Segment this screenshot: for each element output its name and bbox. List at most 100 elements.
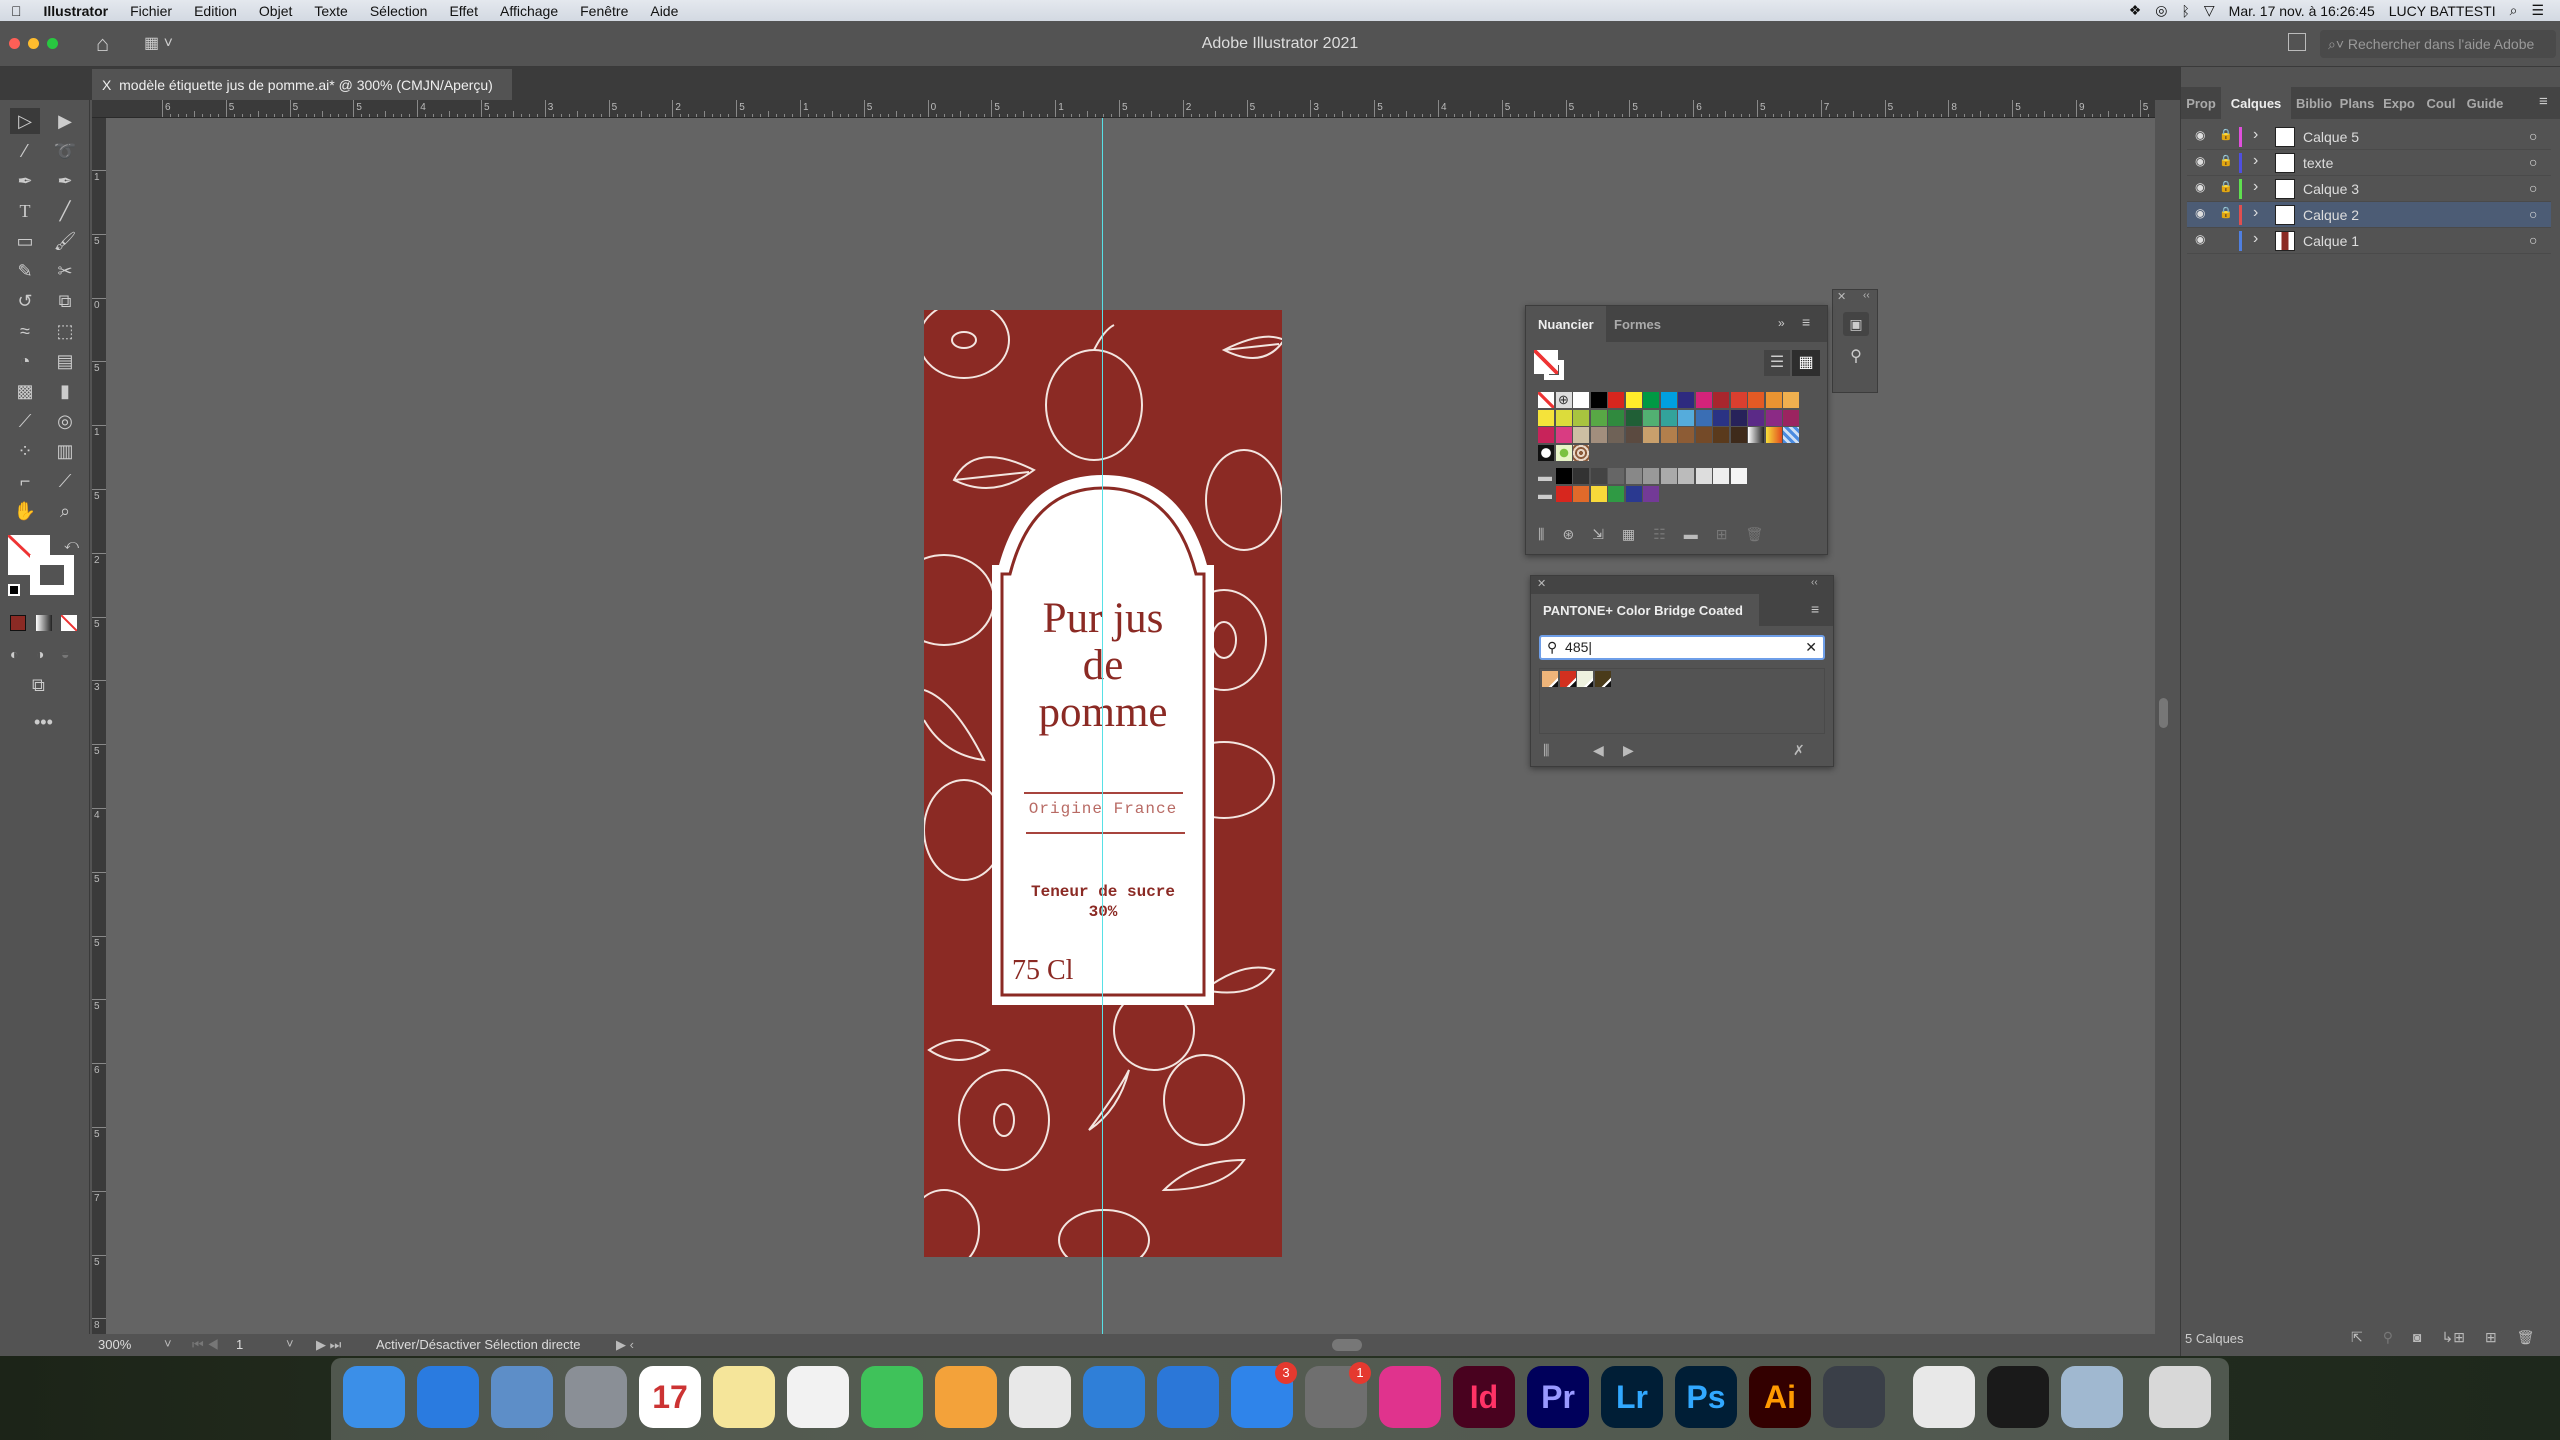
swatch[interactable] (1695, 427, 1712, 443)
swatch[interactable] (1783, 409, 1799, 426)
swatch[interactable] (1678, 427, 1694, 443)
swatch[interactable] (1573, 468, 1589, 484)
swatch[interactable] (1573, 427, 1589, 443)
label-sugar[interactable]: Teneur de sucre 30% (924, 882, 1282, 922)
dock-app-facetime[interactable] (861, 1366, 923, 1428)
dock-app-photos[interactable] (787, 1366, 849, 1428)
menu-fenetre[interactable]: Fenêtre (569, 3, 639, 19)
next-artboard-icon[interactable]: ▶ ⏭ (316, 1337, 341, 1353)
layer-row[interactable]: ◉ › Calque 1 ○ (2187, 228, 2551, 254)
pantone-swatch[interactable] (1542, 671, 1558, 687)
shaper-tool-icon[interactable]: ✎ (10, 258, 40, 284)
swatch[interactable] (1625, 485, 1642, 502)
image-trace-icon[interactable]: ▣ (1843, 312, 1869, 336)
menu-selection[interactable]: Sélection (359, 3, 439, 19)
layer-name[interactable]: texte (2303, 155, 2333, 171)
dock-app-launchpad[interactable] (565, 1366, 627, 1428)
swatch[interactable] (1573, 444, 1589, 461)
eyedropper-tool-icon[interactable]: ⟋ (10, 408, 40, 434)
draw-normal-icon[interactable]: ◐ (10, 646, 18, 662)
previous-library-icon[interactable]: ◀ (1593, 742, 1604, 759)
swatch[interactable] (1643, 409, 1659, 426)
artboard-dropdown-icon[interactable]: ˅ (286, 1336, 294, 1351)
swatch[interactable] (1678, 392, 1694, 408)
paintbrush-tool-icon[interactable]: 🖌 (50, 228, 80, 254)
visibility-eye-icon[interactable]: ◉ (2195, 180, 2205, 194)
artboard[interactable]: Pur jus de pomme Origine France Teneur d… (924, 310, 1282, 1257)
tab-export[interactable]: Expo (2379, 87, 2419, 119)
lock-icon[interactable]: 🔒 (2219, 206, 2233, 219)
pantone-panel-title[interactable]: PANTONE+ Color Bridge Coated (1531, 594, 1759, 626)
type-tool-icon[interactable]: T (10, 198, 40, 224)
layer-name[interactable]: Calque 2 (2303, 207, 2359, 223)
swatch[interactable] (1730, 409, 1747, 426)
dock-app-teamviewer[interactable] (1157, 1366, 1219, 1428)
swatch[interactable] (1660, 409, 1677, 426)
swatch[interactable] (1748, 409, 1764, 426)
spotlight-icon[interactable]: ⌕ (2510, 2, 2518, 19)
swatch[interactable] (1713, 392, 1729, 408)
dock-app-acrobat[interactable] (1987, 1366, 2049, 1428)
swatch[interactable] (1608, 485, 1624, 502)
new-layer-icon[interactable]: ⊞ (2485, 1329, 2497, 1346)
rectangle-tool-icon[interactable]: ▭ (10, 228, 40, 254)
dock-app-fichier[interactable] (1009, 1366, 1071, 1428)
layer-name[interactable]: Calque 3 (2303, 181, 2359, 197)
expand-chevron-icon[interactable]: › (2253, 204, 2258, 222)
layer-name[interactable]: Calque 1 (2303, 233, 2359, 249)
dock-app-photoshop[interactable]: Ps (1675, 1366, 1737, 1428)
puppet-warp-tool-icon[interactable]: ≈ (10, 318, 40, 344)
swatch[interactable] (1555, 468, 1572, 484)
export-icon[interactable]: ⇱ (2351, 1329, 2363, 1346)
dock-app-pr-f-rences-syst-me[interactable]: 1 (1305, 1362, 1371, 1428)
dock-app-indesign[interactable]: Id (1453, 1366, 1515, 1428)
menu-objet[interactable]: Objet (248, 3, 303, 19)
mesh-tool-icon[interactable]: ▩ (10, 378, 40, 404)
layer-name[interactable]: Calque 5 (2303, 129, 2359, 145)
lock-icon[interactable]: 🔒 (2219, 154, 2233, 167)
target-circle-icon[interactable]: ○ (2529, 128, 2537, 144)
panel-toggle-icon[interactable] (2288, 33, 2306, 51)
swatch[interactable] (1730, 392, 1747, 408)
swatch[interactable] (1555, 485, 1572, 502)
tab-proprietes[interactable]: Prop (2183, 87, 2219, 119)
tab-nuancier[interactable]: Nuancier (1526, 306, 1606, 342)
swatch[interactable] (1695, 468, 1712, 484)
user-name[interactable]: LUCY BATTESTI (2389, 3, 2496, 19)
show-swatch-kind-icon[interactable]: ⊛ (1562, 526, 1574, 543)
line-tool-icon[interactable]: ╱ (50, 198, 80, 224)
swatch[interactable] (1783, 427, 1799, 443)
dropbox-icon[interactable]: ❖ (2129, 2, 2142, 19)
wifi-icon[interactable]: ▽ (2204, 2, 2215, 19)
status-message[interactable]: Activer/Désactiver Sélection directe (376, 1337, 580, 1352)
document-tab[interactable]: X modèle étiquette jus de pomme.ai* @ 30… (92, 69, 512, 100)
zoom-tool-icon[interactable]: ⌕ (50, 498, 80, 524)
list-view-button[interactable]: ☰ (1764, 350, 1790, 376)
tab-plans[interactable]: Plans (2337, 87, 2377, 119)
scissors-tool-icon[interactable]: ✂ (50, 258, 80, 284)
lock-icon[interactable]: 🔒 (2219, 128, 2233, 141)
scale-tool-icon[interactable]: ⧉ (50, 288, 80, 314)
tab-formes[interactable]: Formes (1614, 317, 1661, 332)
rotate-tool-icon[interactable]: ↺ (10, 288, 40, 314)
swatch[interactable] (1555, 427, 1572, 443)
swatch[interactable] (1538, 444, 1554, 461)
graph-tool-icon[interactable]: ▥ (50, 438, 80, 464)
label-origin[interactable]: Origine France (924, 800, 1282, 818)
swatch[interactable] (1590, 409, 1607, 426)
curvature-tool-icon[interactable]: ✒ (50, 168, 80, 194)
swatch[interactable] (1590, 468, 1607, 484)
menu-edition[interactable]: Edition (183, 3, 248, 19)
layer-row[interactable]: ◉ 🔒 › Calque 5 ○ (2187, 124, 2551, 150)
tab-guide[interactable]: Guide (2463, 87, 2507, 119)
perspective-grid-tool-icon[interactable]: ▤ (50, 348, 80, 374)
swatch[interactable] (1765, 409, 1782, 426)
bluetooth-icon[interactable]: ᛒ (2181, 3, 2189, 19)
swatch[interactable]: ⊕ (1555, 392, 1572, 408)
pantone-swatch[interactable] (1577, 671, 1593, 687)
swatch[interactable] (1678, 409, 1694, 426)
swatch[interactable] (1538, 427, 1554, 443)
close-tab-icon[interactable]: X (102, 77, 111, 93)
draw-behind-icon[interactable]: ◑ (36, 646, 44, 662)
dock-app-app-store[interactable]: 3 (1231, 1362, 1297, 1428)
